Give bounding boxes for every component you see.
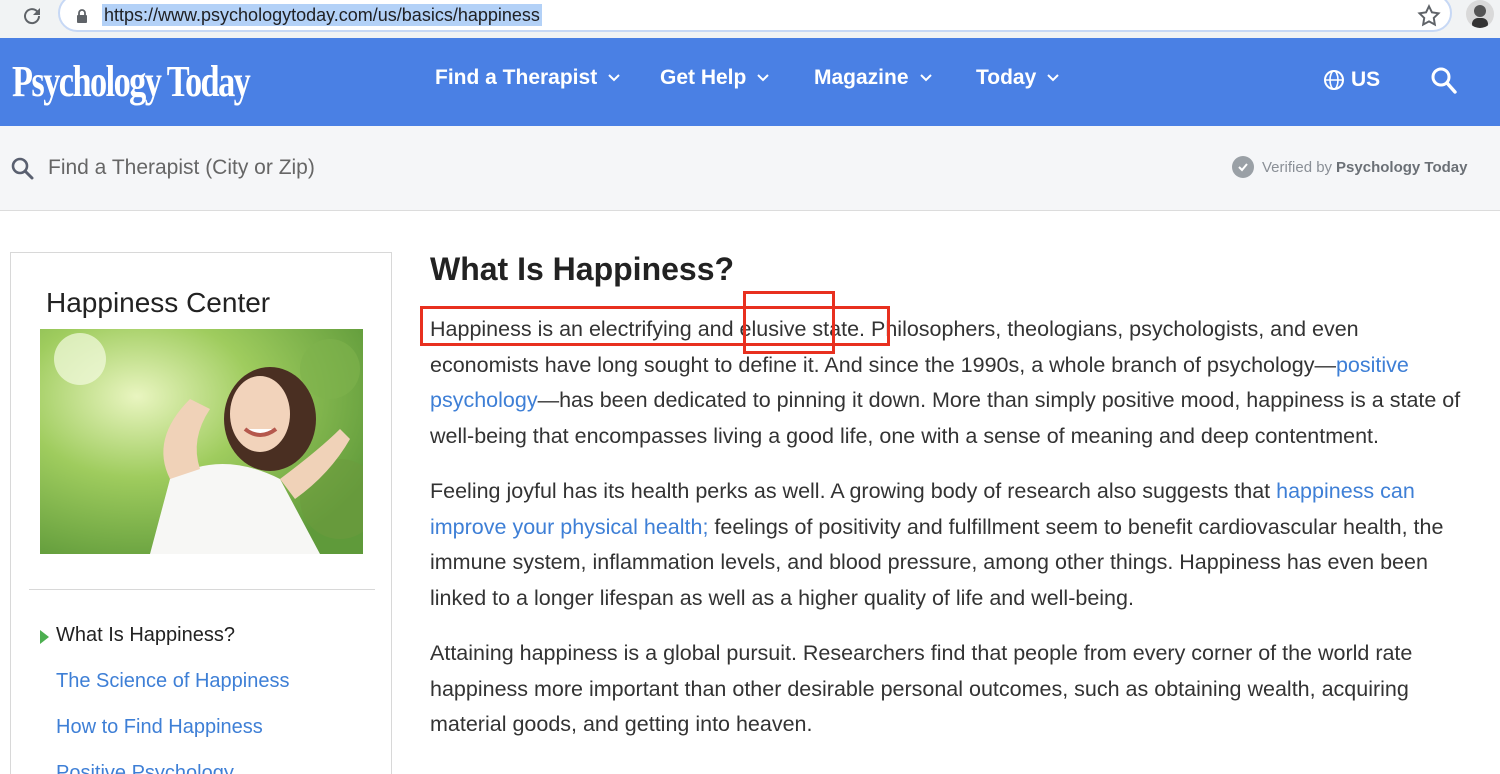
chevron-down-icon [608,74,620,82]
sidebar-link-positive-psychology[interactable]: Positive Psychology [56,762,234,774]
search-icon[interactable] [1430,66,1458,96]
nav-label: Find a Therapist [435,66,598,89]
nav-label: Today [976,66,1037,89]
search-icon [11,157,34,180]
nav-today[interactable]: Today [976,66,1060,90]
article-paragraph-3: Attaining happiness is a global pursuit.… [430,641,1413,736]
globe-icon [1324,70,1344,90]
checkmark-icon [1232,156,1254,178]
article-title: What Is Happiness? [430,251,735,287]
bookmark-star-icon[interactable] [1416,3,1442,29]
sidebar-title: Happiness Center [46,287,271,318]
region-label: US [1351,68,1381,91]
article-paragraph-1: Happiness is an electrifying and elusive… [430,312,1470,454]
active-arrow-icon [40,630,49,644]
browser-toolbar: https://www.psychologytoday.com/us/basic… [0,0,1500,38]
chevron-down-icon [757,74,770,82]
site-logo[interactable]: Psychology Today [12,56,251,108]
profile-avatar[interactable] [1466,0,1494,28]
address-bar[interactable]: https://www.psychologytoday.com/us/basic… [58,0,1452,32]
region-selector[interactable]: US [1323,68,1380,92]
nav-label: Magazine [814,66,909,89]
chevron-down-icon [1047,74,1060,82]
site-header: Psychology Today Find a Therapist Get He… [0,38,1500,126]
sidebar-link-science-of-happiness[interactable]: The Science of Happiness [56,670,289,693]
url-text[interactable]: https://www.psychologytoday.com/us/basic… [102,4,542,26]
nav-find-therapist[interactable]: Find a Therapist [435,66,621,90]
therapist-location-input[interactable] [48,152,548,184]
lock-icon [77,9,87,23]
article-body: What Is Happiness? Happiness is an elect… [430,248,1470,763]
happy-woman-image [40,329,363,554]
nav-magazine[interactable]: Magazine [814,66,933,90]
paragraph-text: —has been dedicated to pinning it down. … [430,388,1461,448]
verified-prefix: Verified by [1262,158,1333,176]
paragraph-text: Feeling joyful has its health perks as w… [430,479,1277,503]
sidebar-link-what-is-happiness[interactable]: What Is Happiness? [56,624,235,647]
sidebar-link-how-to-find-happiness[interactable]: How to Find Happiness [56,716,263,739]
paragraph-text: Happiness is an electrifying and elusive… [430,317,1359,377]
verified-badge: Verified by Psychology Today [1232,156,1467,178]
happiness-center-sidebar: Happiness Center What Is Happiness? The … [10,252,392,774]
sidebar-divider [29,589,375,590]
chevron-down-icon [919,74,932,82]
article-paragraph-2: Feeling joyful has its health perks as w… [430,474,1470,616]
nav-label: Get Help [660,66,747,89]
verified-brand: Psychology Today [1336,158,1468,176]
therapist-search-bar: Verified by Psychology Today [0,126,1500,211]
nav-get-help[interactable]: Get Help [660,66,770,90]
reload-icon[interactable] [20,4,44,28]
